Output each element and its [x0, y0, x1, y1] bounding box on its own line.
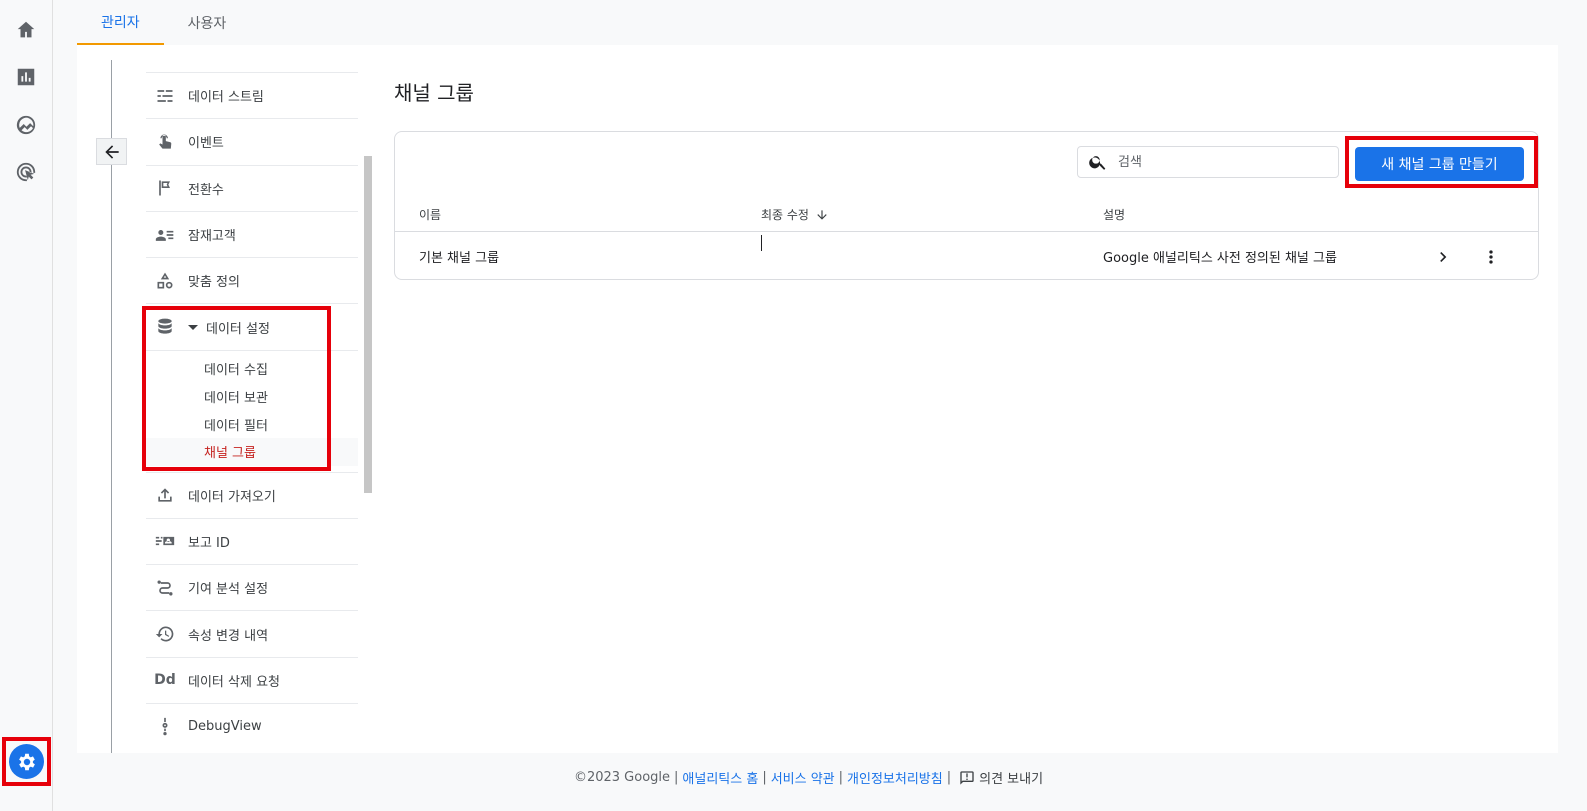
table-row[interactable]: 기본 채널 그룹 Google 애널리틱스 사전 정의된 채널 그룹 [395, 233, 1538, 279]
database-icon [154, 316, 176, 338]
arrow-left-icon [104, 144, 119, 159]
report-id-icon [154, 530, 176, 552]
separator: | [674, 770, 679, 785]
create-highlight: 새 채널 그룹 만들기 [1345, 136, 1538, 188]
nav-item-conversions[interactable]: 전환수 [146, 164, 358, 211]
nav-label: 데이터 스트림 [188, 90, 264, 106]
admin-panel: 데이터 스트림 이벤트 전환수 잠재고객 맞춤 정의 데이터 설정 데이터 수집… [77, 45, 1558, 753]
nav-label: 잠재고객 [188, 229, 236, 245]
nav-label: 이벤트 [188, 136, 224, 152]
separator: | [762, 770, 767, 785]
table-header: 이름 최종 수정 설명 [395, 192, 1538, 232]
reports-icon[interactable] [14, 65, 38, 89]
tab-user[interactable]: 사용자 [164, 0, 251, 45]
column-header-label: 설명 [1103, 208, 1126, 222]
nav-item-data-import[interactable]: 데이터 가져오기 [146, 471, 358, 518]
more-vert-icon[interactable] [1480, 246, 1502, 268]
cell-description: Google 애널리틱스 사전 정의된 채널 그룹 [1103, 251, 1337, 266]
column-header-label: 최종 수정 [761, 208, 809, 222]
caret-down-icon[interactable] [188, 322, 198, 332]
link-privacy[interactable]: 개인정보처리방침 [847, 768, 943, 787]
column-header-name[interactable]: 이름 [419, 206, 441, 223]
arrow-down-icon [817, 209, 827, 220]
flag-icon [154, 177, 176, 199]
nav-item-events[interactable]: 이벤트 [146, 118, 358, 164]
nav-item-debugview[interactable]: DebugView [146, 703, 358, 749]
nav-item-attribution-settings[interactable]: 기여 분석 설정 [146, 564, 358, 610]
nav-label: 데이터 가져오기 [188, 489, 276, 505]
feedback-icon[interactable] [959, 770, 975, 786]
attribution-icon [154, 577, 176, 599]
link-terms[interactable]: 서비스 약관 [771, 768, 835, 787]
home-icon[interactable] [14, 18, 38, 42]
separator: | [946, 770, 952, 785]
touch-icon [154, 131, 176, 153]
data-deletion-icon: Dd [154, 672, 176, 689]
nav-label: 보고 ID [188, 535, 230, 551]
tab-admin[interactable]: 관리자 [77, 0, 164, 45]
separator: | [838, 770, 844, 785]
audience-icon [154, 224, 176, 246]
column-header-description[interactable]: 설명 [1103, 206, 1125, 223]
nav-label: 맞춤 정의 [188, 275, 240, 291]
nav-label: 기여 분석 설정 [188, 582, 269, 598]
create-channel-group-button[interactable]: 새 채널 그룹 만들기 [1355, 147, 1524, 181]
sub-item-channel-groups[interactable]: 채널 그룹 [146, 437, 358, 466]
copyright: ©2023 Google [573, 770, 671, 785]
explore-icon[interactable] [14, 113, 38, 137]
nav-item-reporting-id[interactable]: 보고 ID [146, 517, 358, 564]
nav-label: 전환수 [188, 182, 224, 198]
nav-item-property-change-history[interactable]: 속성 변경 내역 [146, 610, 358, 656]
left-rail [0, 0, 53, 811]
cell-name: 기본 채널 그룹 [419, 251, 500, 266]
history-icon [154, 623, 176, 645]
nav-label: 데이터 삭제 요청 [188, 674, 280, 690]
link-analytics-home[interactable]: 애널리틱스 홈 [682, 768, 758, 787]
search-box[interactable] [1077, 146, 1339, 178]
sub-item-data-filters[interactable]: 데이터 필터 [146, 410, 358, 438]
page-title: 채널 그룹 [394, 81, 474, 105]
admin-nav: 데이터 스트림 이벤트 전환수 잠재고객 맞춤 정의 데이터 설정 데이터 수집… [146, 72, 358, 749]
chevron-right-icon[interactable] [1432, 246, 1454, 268]
back-button[interactable] [96, 138, 127, 165]
nav-item-audiences[interactable]: 잠재고객 [146, 210, 358, 257]
channel-groups-card: 새 채널 그룹 만들기 이름 최종 수정 설명 기본 채널 그룹 Google … [394, 131, 1539, 280]
footer: ©2023 Google | 애널리틱스 홈 | 서비스 약관 | 개인정보처리… [0, 768, 1587, 787]
feedback-link[interactable]: 의견 보내기 [979, 768, 1043, 787]
text-cursor [761, 235, 762, 251]
nav-item-data-deletion-requests[interactable]: Dd 데이터 삭제 요청 [146, 656, 358, 703]
data-settings-submenu: 데이터 수집 데이터 보관 데이터 필터 채널 그룹 [146, 349, 358, 472]
column-header-label: 이름 [419, 208, 442, 222]
nav-item-data-settings[interactable]: 데이터 설정 [146, 303, 358, 349]
shapes-icon [154, 270, 176, 292]
search-input[interactable] [1118, 154, 1318, 170]
top-tabs: 관리자 사용자 [77, 0, 250, 45]
nav-label: DebugView [188, 719, 262, 735]
search-icon [1089, 156, 1106, 170]
nav-item-custom-definitions[interactable]: 맞춤 정의 [146, 257, 358, 303]
debug-icon [154, 716, 176, 738]
sub-item-data-collection[interactable]: 데이터 수집 [146, 355, 358, 383]
nav-label: 속성 변경 내역 [188, 628, 269, 644]
nav-item-data-streams[interactable]: 데이터 스트림 [146, 72, 358, 118]
advertising-icon[interactable] [14, 160, 38, 184]
nav-label: 데이터 설정 [206, 321, 270, 337]
upload-icon [154, 484, 176, 506]
data-stream-icon [154, 85, 176, 107]
sub-item-data-retention[interactable]: 데이터 보관 [146, 382, 358, 410]
nav-scrollbar[interactable] [364, 156, 372, 493]
column-header-modified[interactable]: 최종 수정 [761, 206, 829, 223]
